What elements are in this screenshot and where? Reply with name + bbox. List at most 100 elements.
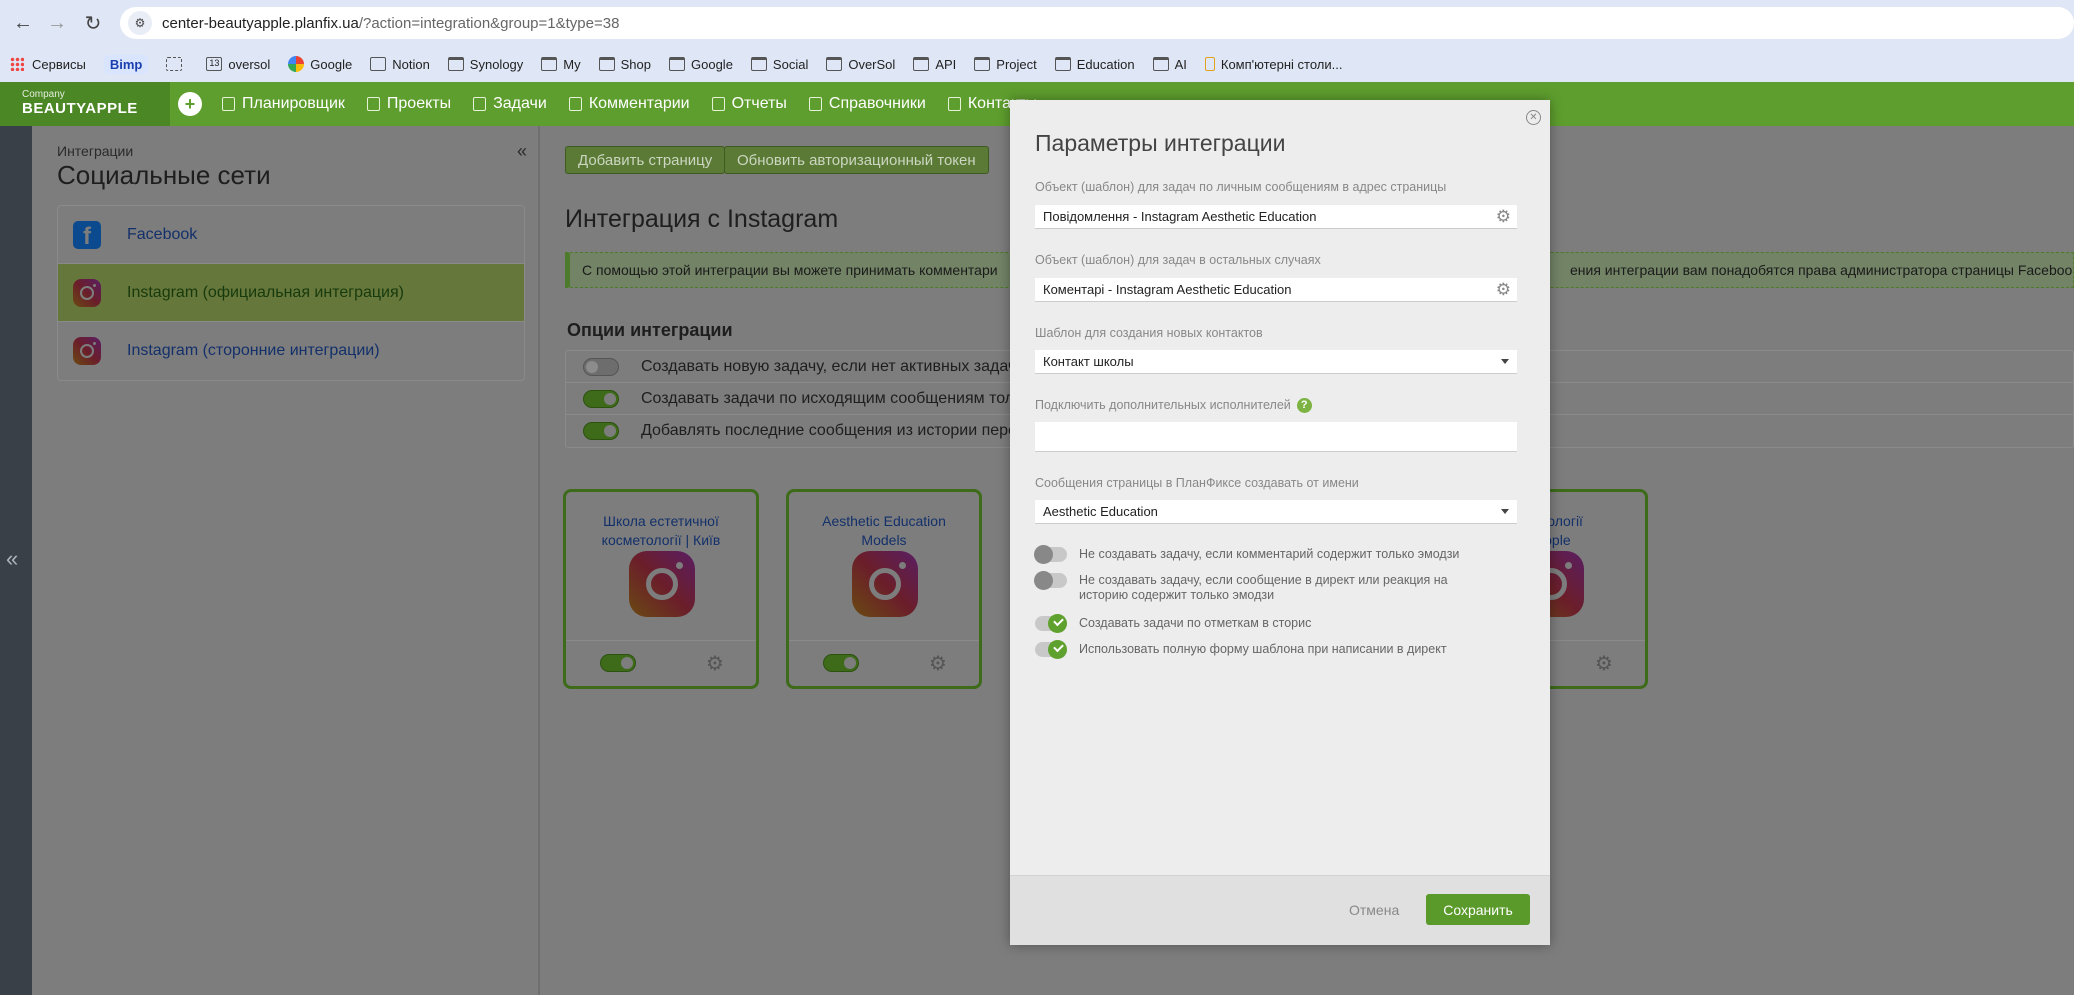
planner-icon (222, 97, 235, 111)
bookmark-shop[interactable]: Shop (598, 57, 651, 72)
nav-tasks[interactable]: Задачи (473, 95, 547, 113)
bookmark-bimp[interactable]: Bimp (103, 54, 149, 74)
card-toggle[interactable] (823, 654, 859, 672)
expand-panel-icon[interactable]: « (6, 546, 18, 572)
reload-icon[interactable]: ↻ (80, 10, 106, 36)
bookmark-synology[interactable]: Synology (447, 57, 523, 72)
cancel-button[interactable]: Отмена (1349, 902, 1399, 918)
nav-directories[interactable]: Справочники (808, 95, 926, 113)
toggle-row: Не создавать задачу, если комментарий со… (1034, 545, 1499, 564)
page-title: Интеграция с Instagram (565, 205, 839, 233)
folder-icon (750, 57, 767, 71)
sidebar-item-facebook[interactable]: f Facebook (58, 206, 524, 264)
nav-planner[interactable]: Планировщик (222, 95, 345, 113)
direct-template-label: Объект (шаблон) для задач по личным сооб… (1035, 180, 1447, 194)
nav-projects[interactable]: Проекты (366, 95, 451, 113)
folder-icon (913, 57, 930, 71)
left-panel-strip[interactable]: « (0, 126, 32, 995)
sender-name-select[interactable]: Aesthetic Education (1035, 500, 1517, 524)
integration-settings-modal: ✕ Параметры интеграции Объект (шаблон) д… (1010, 100, 1550, 945)
modal-footer: Отмена Сохранить (1010, 875, 1550, 945)
bookmark-services[interactable]: Сервисы (10, 57, 86, 72)
folder-icon (1152, 57, 1169, 71)
nav-comments[interactable]: Комментарии (568, 95, 690, 113)
bookmark-oversol[interactable]: 13 oversol (206, 57, 270, 72)
nav-reports[interactable]: Отчеты (711, 95, 787, 113)
gear-icon[interactable]: ⚙ (1496, 280, 1511, 300)
sidebar-item-instagram-third-party[interactable]: Instagram (сторонние интеграции) (58, 322, 524, 380)
story-mentions-toggle[interactable] (1035, 614, 1067, 633)
browser-toolbar: ← → ↻ ⚙ center-beautyapple.planfix.ua/?a… (0, 0, 2074, 46)
help-icon[interactable]: ? (1296, 398, 1312, 414)
card-toggle[interactable] (600, 654, 636, 672)
card-title[interactable]: Школа естетичної косметології | Київ (566, 512, 756, 550)
bookmark-tables[interactable]: Комп'ютерні столи... (1204, 57, 1342, 72)
direct-template-select[interactable]: Повідомлення - Instagram Aesthetic Educa… (1035, 205, 1517, 229)
contact-template-label: Шаблон для создания новых контактов (1035, 326, 1263, 340)
bookmark-my[interactable]: My (541, 57, 581, 72)
option-toggle[interactable] (583, 422, 619, 440)
collapse-sidebar-icon[interactable]: « (517, 141, 527, 162)
contact-template-select[interactable]: Контакт школы (1035, 350, 1517, 374)
emoji-comment-toggle[interactable] (1034, 545, 1067, 564)
option-toggle[interactable] (583, 389, 619, 408)
chevron-down-icon (1501, 509, 1509, 514)
card-title[interactable]: Aesthetic Education Models (789, 512, 979, 550)
close-icon[interactable]: ✕ (1526, 110, 1541, 125)
other-template-select[interactable]: Коментарі - Instagram Aesthetic Educatio… (1035, 278, 1517, 302)
bookmark-social[interactable]: Social (750, 57, 808, 72)
bookmark-notion[interactable]: Notion (370, 57, 430, 72)
company-logo[interactable]: Company BEAUTYAPPLE (0, 82, 170, 126)
page-card[interactable]: Aesthetic Education Models ⚙ (786, 489, 982, 689)
bookmark-oversol-folder[interactable]: OverSol (826, 57, 895, 72)
card-footer: ⚙ (789, 640, 979, 686)
site-info-icon[interactable]: ⚙ (128, 11, 152, 35)
folder-icon (669, 57, 685, 71)
bookmark-education[interactable]: Education (1054, 57, 1135, 72)
add-page-button[interactable]: Добавить страницу (565, 146, 726, 174)
instagram-icon (852, 551, 918, 617)
company-label: Company (22, 89, 65, 100)
facebook-icon: f (73, 220, 101, 249)
comments-icon (568, 97, 582, 111)
address-bar[interactable]: ⚙ center-beautyapple.planfix.ua/?action=… (120, 7, 2074, 39)
bookmark-site-icon (1204, 57, 1215, 71)
gear-icon[interactable]: ⚙ (706, 651, 724, 676)
back-icon[interactable]: ← (10, 10, 36, 36)
toggle-row: Использовать полную форму шаблона при на… (1035, 640, 1499, 659)
bookmark-google[interactable]: Google (288, 56, 352, 72)
company-name: BEAUTYAPPLE (22, 100, 138, 117)
bookmark-project[interactable]: Project (974, 57, 1037, 72)
folder-icon (1054, 57, 1071, 71)
grid-icon (166, 57, 183, 71)
section-title: Социальные сети (57, 160, 271, 190)
folder-icon (974, 57, 991, 71)
breadcrumb[interactable]: Интеграции (57, 143, 133, 159)
sidebar-item-instagram-official[interactable]: Instagram (официальная интеграция) (58, 264, 524, 322)
projects-icon (366, 97, 380, 111)
tasks-icon (473, 97, 487, 111)
bookmark-ai[interactable]: AI (1152, 57, 1187, 72)
save-button[interactable]: Сохранить (1426, 894, 1530, 925)
gear-icon[interactable]: ⚙ (1595, 651, 1613, 676)
gear-icon[interactable]: ⚙ (929, 651, 947, 676)
bookmark-grid[interactable] (166, 57, 188, 71)
add-icon[interactable]: + (178, 92, 202, 116)
bookmarks-bar: Сервисы Bimp 13 oversol Google Notion Syn… (0, 46, 2074, 82)
refresh-token-button[interactable]: Обновить авторизационный токен (724, 146, 989, 174)
bookmark-api[interactable]: API (913, 57, 956, 72)
gear-icon[interactable]: ⚙ (1496, 207, 1511, 227)
other-template-label: Объект (шаблон) для задач в остальных сл… (1035, 253, 1321, 267)
instagram-icon (73, 278, 101, 307)
option-toggle[interactable] (583, 357, 619, 376)
page-card[interactable]: Школа естетичної косметології | Київ ⚙ (563, 489, 759, 689)
emoji-direct-toggle[interactable] (1034, 571, 1067, 590)
forward-icon[interactable]: → (44, 10, 70, 36)
instagram-icon (629, 551, 695, 617)
full-template-toggle[interactable] (1035, 640, 1067, 659)
options-title: Опции интеграции (567, 320, 733, 340)
extra-assignees-input[interactable] (1035, 422, 1517, 452)
bookmark-google-folder[interactable]: Google (669, 57, 733, 72)
contacts-icon (947, 97, 961, 111)
extra-assignees-label: Подключить дополнительных исполнителей? (1035, 398, 1312, 414)
